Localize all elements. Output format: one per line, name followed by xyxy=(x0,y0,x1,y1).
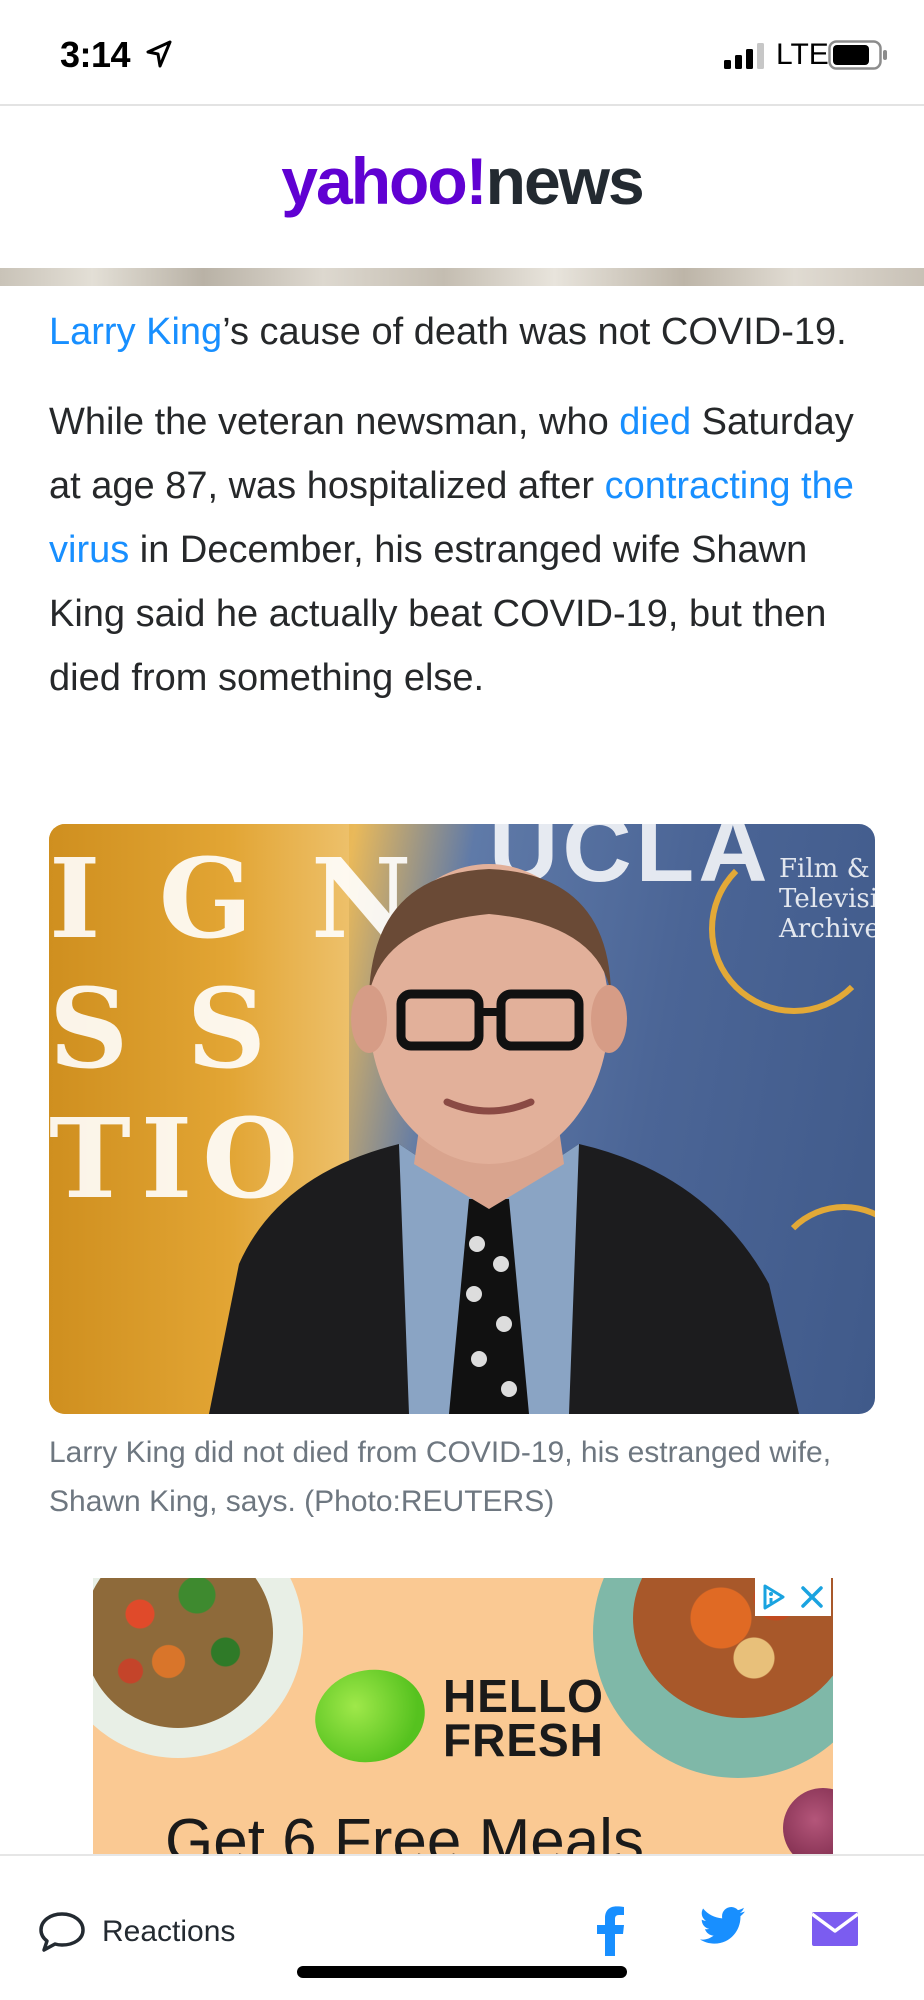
reactions-label: Reactions xyxy=(102,1915,236,1948)
paragraph-text: in December, his estranged wife Shawn Ki… xyxy=(49,529,827,699)
article-body: Larry King’s cause of death was not COVI… xyxy=(49,300,879,710)
yahoo-news-logo[interactable]: yahoo!news xyxy=(0,148,924,214)
signal-bars-icon xyxy=(724,43,764,69)
paragraph-text: ’s cause of death was not COVID-19. xyxy=(222,311,847,353)
battery-icon xyxy=(828,40,887,70)
paragraph-text: While the veteran newsman, who xyxy=(49,401,620,443)
link-larry-king[interactable]: Larry King xyxy=(49,311,222,353)
bottom-action-bar: Reactions xyxy=(0,1854,924,2000)
hellofresh-lime-logo xyxy=(303,1655,437,1777)
reactions-button[interactable]: Reactions xyxy=(38,1910,235,1954)
logo-yahoo-text: yahoo! xyxy=(281,144,487,218)
close-icon[interactable] xyxy=(797,1582,827,1612)
location-arrow-icon xyxy=(146,40,172,68)
advertisement-hellofresh[interactable]: HELLO FRESH Get 6 Free Meals xyxy=(93,1578,833,1854)
logo-news-text: news xyxy=(485,144,645,218)
photo-person-illustration xyxy=(209,864,799,1414)
network-type: LTE xyxy=(776,38,829,71)
article-paragraph: While the veteran newsman, who died Satu… xyxy=(49,390,879,710)
mail-icon[interactable] xyxy=(812,1912,858,1946)
header-image-strip xyxy=(0,268,924,286)
adchoices-icon[interactable] xyxy=(759,1582,789,1612)
site-header: yahoo!news xyxy=(0,108,924,268)
ad-controls xyxy=(755,1578,831,1616)
status-time: 3:14 xyxy=(60,34,131,75)
link-died[interactable]: died xyxy=(619,401,691,443)
photo-caption: Larry King did not died from COVID-19, h… xyxy=(49,1436,832,1518)
speech-bubble-icon xyxy=(39,1912,85,1952)
ad-headline: Get 6 Free Meals xyxy=(165,1807,644,1854)
facebook-icon[interactable] xyxy=(590,1904,630,1956)
article-paragraph: Larry King’s cause of death was not COVI… xyxy=(49,300,879,364)
ad-brand-name: HELLO FRESH xyxy=(443,1670,604,1766)
home-indicator xyxy=(297,1966,627,1978)
status-bar: 3:14 LTE xyxy=(0,0,924,106)
ad-onion-image xyxy=(783,1788,833,1854)
twitter-icon[interactable] xyxy=(700,1906,746,1946)
article-photo[interactable]: I G N S S TIO UCLA Film & Television Arc… xyxy=(49,824,875,1414)
